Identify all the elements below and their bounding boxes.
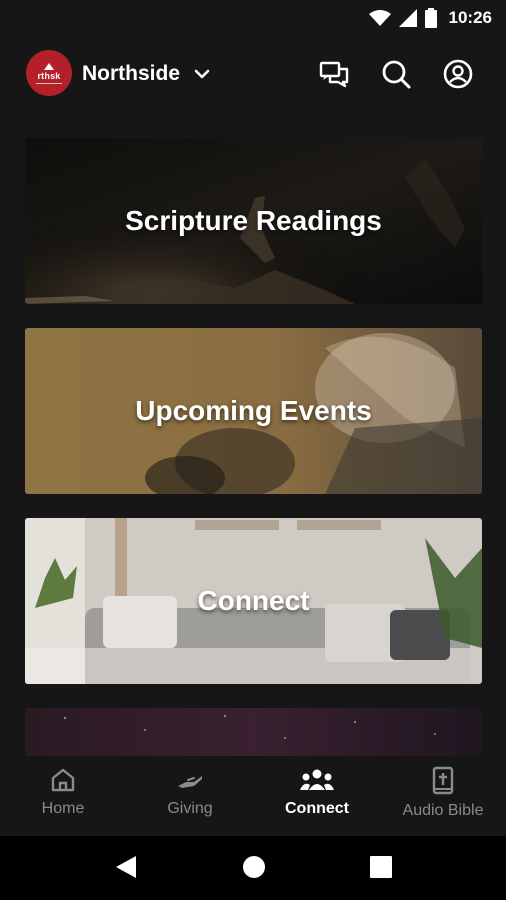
home-icon — [51, 768, 75, 792]
card-title: Scripture Readings — [125, 205, 382, 236]
nav-audio-bible[interactable]: Audio Bible — [380, 766, 506, 830]
bible-icon — [432, 766, 454, 795]
card-title: Upcoming Events — [135, 395, 372, 426]
chevron-down-icon[interactable] — [192, 64, 212, 84]
status-time: 10:26 — [448, 8, 492, 27]
church-name[interactable]: Northside — [82, 62, 180, 86]
app-header: rthsk Northside — [0, 50, 506, 100]
battery-icon — [424, 8, 437, 28]
group-icon — [300, 769, 334, 790]
giving-hand-icon — [178, 776, 202, 788]
bottom-nav: Home Giving Connect Audio Bible — [0, 756, 506, 836]
nav-home[interactable]: Home — [0, 766, 126, 830]
recents-icon[interactable] — [370, 856, 392, 878]
account-icon[interactable] — [442, 58, 474, 90]
wifi-icon — [368, 10, 391, 26]
nav-connect[interactable]: Connect — [254, 766, 380, 830]
nav-label: Home — [41, 800, 85, 817]
system-nav-bar — [0, 836, 506, 900]
logo-mark — [44, 62, 54, 70]
home-circle-icon[interactable] — [242, 855, 266, 879]
upcoming-events-card[interactable]: Upcoming Events — [25, 328, 482, 494]
logo-underline — [36, 82, 62, 84]
signal-icon — [398, 9, 417, 27]
card-title: Connect — [197, 585, 310, 616]
back-icon[interactable] — [114, 854, 138, 880]
logo-text: rthsk — [37, 70, 61, 81]
church-logo[interactable]: rthsk — [26, 50, 72, 96]
nav-label: Giving — [167, 800, 213, 817]
nav-label: Audio Bible — [402, 802, 484, 819]
connect-card[interactable]: Connect — [25, 518, 482, 684]
nav-label: Connect — [285, 800, 349, 817]
search-icon[interactable] — [380, 58, 412, 90]
scripture-readings-card[interactable]: Scripture Readings — [25, 138, 482, 304]
starry-sky-image — [25, 708, 482, 756]
starry-card[interactable] — [25, 708, 482, 756]
chat-icon[interactable] — [318, 58, 350, 90]
status-bar: 10:26 — [0, 0, 506, 36]
nav-giving[interactable]: Giving — [127, 766, 253, 830]
